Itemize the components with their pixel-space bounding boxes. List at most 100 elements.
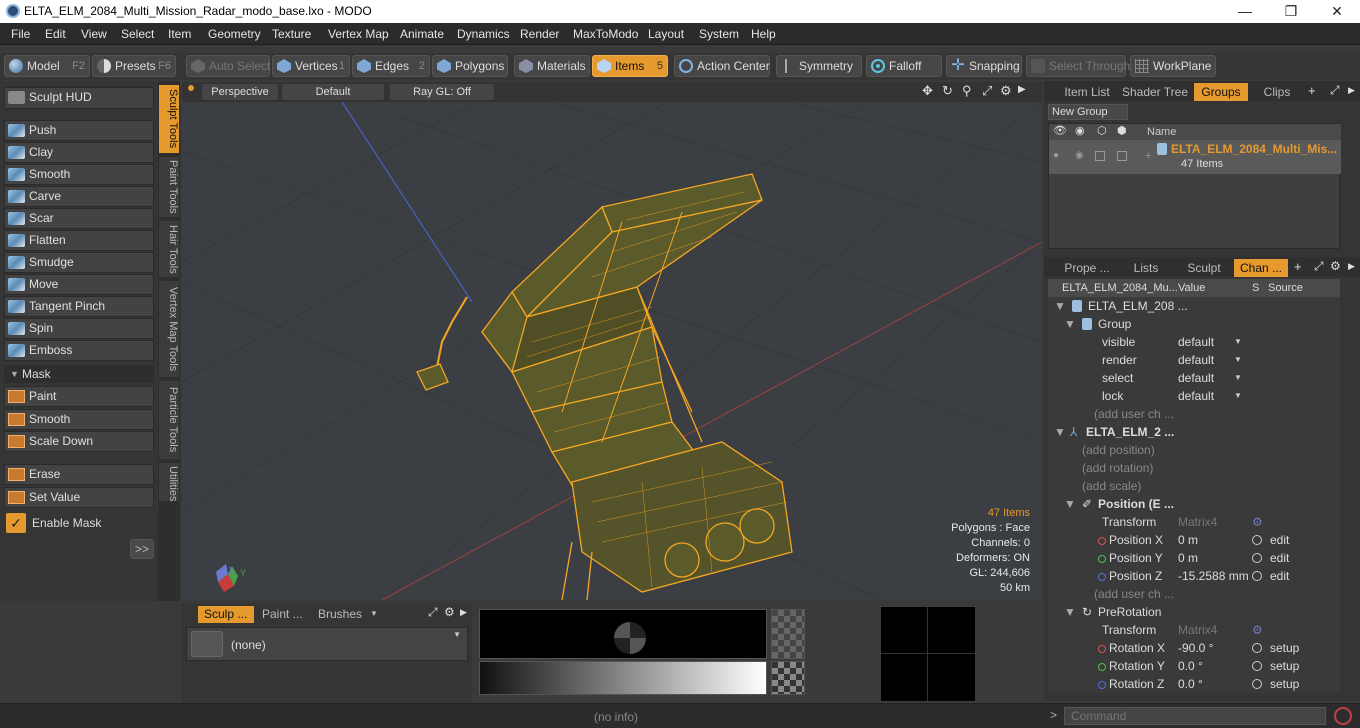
state-circle-icon[interactable] [1252, 643, 1262, 653]
channel-value[interactable]: default [1178, 387, 1214, 405]
minimize-button[interactable]: — [1222, 1, 1268, 21]
channel-row[interactable]: Rotation Z 0.0 ° setup [1054, 675, 1340, 693]
sculpt-hud-button[interactable]: Sculpt HUD [4, 87, 154, 109]
channel-row[interactable]: (add user ch ... [1054, 405, 1340, 423]
channel-value[interactable]: default [1178, 369, 1214, 387]
rotate-view-icon[interactable]: ↻ [942, 83, 953, 99]
channel-value[interactable]: -90.0 ° [1178, 639, 1213, 657]
channel-value[interactable]: default [1178, 333, 1214, 351]
group-render-icon[interactable]: ◉ [1075, 150, 1084, 161]
panel-settings-icon[interactable]: ⚙ [444, 605, 455, 619]
channel-value[interactable]: 0.0 ° [1178, 675, 1203, 693]
materials-button[interactable]: Materials [514, 55, 590, 77]
channel-row[interactable]: ▼ ↻ PreRotation [1054, 603, 1340, 621]
tab-channels[interactable]: Chan ... [1234, 259, 1288, 277]
tool-carve[interactable]: Carve [4, 186, 154, 207]
menu-select[interactable]: Select [121, 27, 154, 41]
mask-erase[interactable]: Erase [4, 464, 154, 485]
panel-expand-icon[interactable]: ⤢ [428, 605, 438, 620]
viewport-settings-icon[interactable]: ⚙ [1000, 83, 1012, 99]
tool-smudge[interactable]: Smudge [4, 252, 154, 273]
menu-arrow-icon-2[interactable]: ▶ [1348, 261, 1355, 272]
move-view-icon[interactable]: ✥ [922, 83, 933, 99]
channel-row[interactable]: (add user ch ... [1054, 585, 1340, 603]
expand-plus-icon[interactable]: + [1145, 150, 1151, 162]
mask-set-value[interactable]: Set Value [4, 487, 154, 508]
channel-row[interactable]: Transform Matrix4 ⚙ [1054, 621, 1340, 639]
channel-value[interactable]: 0 m [1178, 549, 1198, 567]
tool-move[interactable]: Move [4, 274, 154, 295]
presets-button[interactable]: Presets F6 [92, 55, 176, 77]
menu-texture[interactable]: Texture [272, 27, 311, 41]
menu-system[interactable]: System [699, 27, 739, 41]
tab-sculpt-tools[interactable]: Sculpt Tools [159, 85, 179, 153]
state-circle-icon[interactable] [1252, 553, 1262, 563]
menu-animate[interactable]: Animate [400, 27, 444, 41]
group-lock-checkbox[interactable] [1095, 151, 1105, 161]
edges-button[interactable]: Edges 2 [352, 55, 430, 77]
channel-value[interactable]: -15.2588 mm [1178, 567, 1249, 585]
add-tab-icon-2[interactable]: + [1294, 259, 1302, 274]
channel-row[interactable]: (add position) [1054, 441, 1340, 459]
channel-row[interactable]: ▼ ELTA_ELM_208 ... [1054, 297, 1340, 315]
mask-smooth[interactable]: Smooth [4, 409, 154, 430]
tool-scar[interactable]: Scar [4, 208, 154, 229]
mask-header[interactable]: ▼ Mask [4, 365, 154, 383]
tab-shader-tree[interactable]: Shader Tree [1120, 83, 1190, 101]
zoom-view-icon[interactable]: ⚲ [962, 83, 972, 99]
items-button[interactable]: Items 5 [592, 55, 668, 77]
group-select-checkbox[interactable] [1117, 151, 1127, 161]
falloff-button[interactable]: Falloff [866, 55, 942, 77]
tab-lists[interactable]: Lists [1118, 259, 1174, 277]
tool-push[interactable]: Push [4, 120, 154, 141]
snapping-button[interactable]: ✛ Snapping [946, 55, 1022, 77]
tab-groups[interactable]: Groups [1194, 83, 1248, 101]
menu-render[interactable]: Render [520, 27, 559, 41]
link-icon[interactable]: ⚙ [1252, 513, 1263, 531]
menu-arrow-icon[interactable]: ▶ [1348, 85, 1355, 96]
dropdown-icon[interactable]: ▼ [1234, 387, 1242, 405]
group-visible-icon[interactable]: ● [1053, 150, 1059, 161]
fit-view-icon[interactable]: ⤢ [982, 83, 992, 99]
state-circle-icon[interactable] [1252, 571, 1262, 581]
state-circle-icon[interactable] [1252, 679, 1262, 689]
tool-smooth[interactable]: Smooth [4, 164, 154, 185]
maximize-button[interactable]: ❐ [1268, 1, 1314, 21]
menu-item[interactable]: Item [168, 27, 191, 41]
panel-menu-icon[interactable]: ▶ [460, 607, 467, 618]
action-center-button[interactable]: Action Center [674, 55, 770, 77]
tab-vertex-map-tools[interactable]: Vertex Map Tools [159, 281, 179, 377]
menu-edit[interactable]: Edit [45, 27, 66, 41]
link-icon[interactable]: ⚙ [1252, 621, 1263, 639]
tool-spin[interactable]: Spin [4, 318, 154, 339]
polygons-button[interactable]: Polygons [432, 55, 508, 77]
tab-utilities[interactable]: Utilities [159, 463, 179, 501]
channel-row[interactable]: Position X 0 m edit [1054, 531, 1340, 549]
add-tab-icon[interactable]: + [1308, 83, 1316, 98]
dropdown-icon[interactable]: ▼ [1234, 351, 1242, 369]
symmetry-button[interactable]: Symmetry [776, 55, 862, 77]
channel-row[interactable]: Position Z -15.2588 mm edit [1054, 567, 1340, 585]
channel-row[interactable]: ▼ ⅄ ELTA_ELM_2 ... [1054, 423, 1340, 441]
select-through-button[interactable]: Select Through [1026, 55, 1130, 77]
group-row[interactable]: ● ◉ + ELTA_ELM_2084_Multi_Mis... 47 Item… [1049, 140, 1341, 174]
auto-select-button[interactable]: Auto Select [186, 55, 270, 77]
channel-row[interactable]: Position Y 0 m edit [1054, 549, 1340, 567]
channel-value[interactable]: 0 m [1178, 531, 1198, 549]
expand-icon-2[interactable]: ⤢ [1314, 259, 1324, 274]
channel-row[interactable]: Rotation Y 0.0 ° setup [1054, 657, 1340, 675]
enable-mask-checkbox[interactable]: ✓ [6, 513, 26, 533]
state-circle-icon[interactable] [1252, 661, 1262, 671]
tool-emboss[interactable]: Emboss [4, 340, 154, 361]
3d-viewport[interactable]: Z Y Perspective Default Ray GL: Off ✥ ↻ … [182, 82, 1042, 600]
menu-file[interactable]: File [11, 27, 30, 41]
tab-paint-tools[interactable]: Paint Tools [159, 157, 179, 217]
perspective-dropdown[interactable]: Perspective [202, 84, 278, 100]
channel-row[interactable]: ▼ Group [1054, 315, 1340, 333]
tab-clips[interactable]: Clips [1252, 83, 1302, 101]
tool-clay[interactable]: Clay [4, 142, 154, 163]
tab-item-list[interactable]: Item List [1062, 83, 1112, 101]
channel-value[interactable]: default [1178, 351, 1214, 369]
mask-paint[interactable]: Paint [4, 386, 154, 407]
menu-dynamics[interactable]: Dynamics [457, 27, 510, 41]
